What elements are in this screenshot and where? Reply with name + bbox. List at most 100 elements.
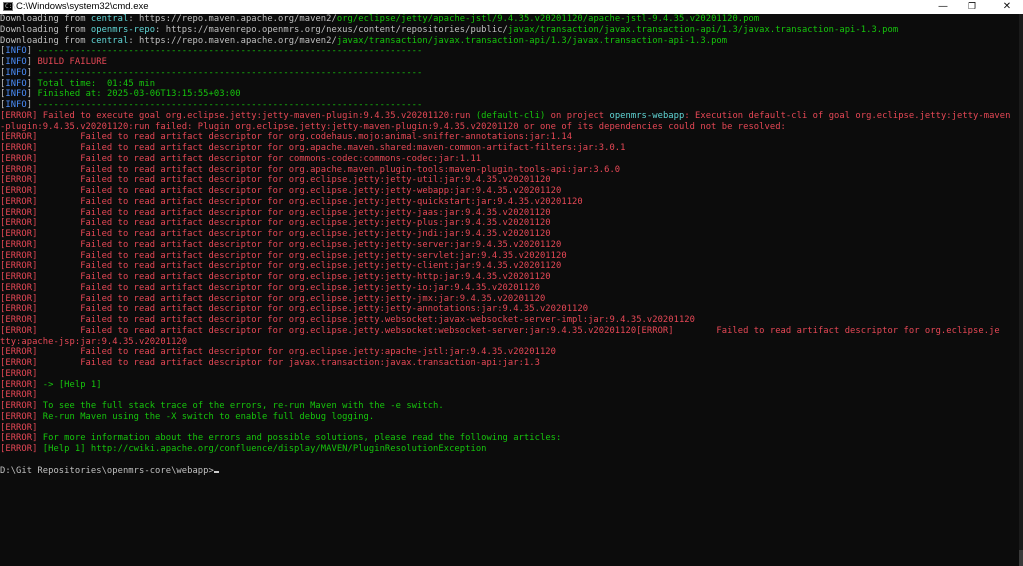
- console-line: [ERROR] Failed to read artifact descript…: [0, 208, 1019, 219]
- console-text: [ERROR] Failed to read artifact descript…: [0, 272, 551, 282]
- console-text: [ERROR] Failed to execute goal org.eclip…: [0, 110, 476, 121]
- console-text: [Help 1] http://cwiki.apache.org/conflue…: [42, 444, 487, 454]
- console-text: Downloading from: [0, 24, 91, 35]
- console-line: [ERROR] To see the full stack trace of t…: [0, 401, 1019, 412]
- console-line: [ERROR] Failed to read artifact descript…: [0, 294, 1019, 305]
- console-text: : Execution default-cli of goal org.ecli…: [684, 110, 1011, 121]
- console-line: [INFO] ---------------------------------…: [0, 46, 1019, 57]
- console-text: Downloading from: [0, 35, 91, 46]
- console-text: [ERROR] Failed to read artifact descript…: [0, 229, 551, 239]
- console-line: Downloading from central: https://repo.m…: [0, 14, 1019, 25]
- console-text: central: [90, 35, 129, 46]
- console-line: [ERROR] Failed to read artifact descript…: [0, 186, 1019, 197]
- console-text: [ERROR] Failed to read artifact descript…: [0, 218, 551, 229]
- console-line: Downloading from openmrs-repo: https://m…: [0, 25, 1019, 36]
- console-text: INFO: [5, 46, 27, 57]
- console-text: INFO: [5, 100, 27, 110]
- console-text: ----------------------------------------…: [37, 100, 423, 110]
- console-output[interactable]: Downloading from central: https://repo.m…: [0, 14, 1019, 566]
- console-line: [ERROR] Failed to read artifact descript…: [0, 132, 1019, 143]
- scrollbar-thumb[interactable]: [1019, 550, 1023, 566]
- console-text: [ERROR] Failed to read artifact descript…: [0, 261, 562, 272]
- console-text: javax/transaction/javax.transaction-api/…: [507, 24, 899, 35]
- console-text: ----------------------------------------…: [37, 46, 423, 57]
- console-text: openmrs-webapp: [609, 110, 685, 121]
- console-text: [ERROR] Failed to read artifact descript…: [0, 347, 557, 358]
- console-text: javax/transaction/javax.transaction-api/…: [336, 35, 728, 46]
- console-text: [ERROR] Failed to read artifact descript…: [0, 153, 482, 164]
- console-line: [ERROR]: [0, 369, 1019, 380]
- console-line: [ERROR] Failed to read artifact descript…: [0, 218, 1019, 229]
- vertical-scrollbar[interactable]: [1019, 14, 1023, 566]
- console-text: [ERROR] Failed to read artifact descript…: [0, 143, 626, 153]
- console-text: -plugin:9.4.35.v20201120:run failed: Plu…: [0, 121, 786, 132]
- console-line: [INFO] Finished at: 2025-03-06T13:15:55+…: [0, 89, 1019, 100]
- console-text: ]: [26, 78, 38, 89]
- console-line: [INFO] ---------------------------------…: [0, 68, 1019, 79]
- console-text: [ERROR] Failed to read artifact descript…: [0, 315, 696, 325]
- console-text: ]: [26, 57, 38, 67]
- console-line: [ERROR] For more information about the e…: [0, 433, 1019, 444]
- console-text: openmrs-repo: [90, 24, 156, 35]
- console-text: on project: [545, 110, 610, 121]
- console-text: [ERROR] Failed to read artifact descript…: [0, 164, 621, 175]
- console-text: [ERROR]: [0, 444, 43, 454]
- console-text: Total time: 01:45 min: [37, 78, 156, 89]
- console-text: [ERROR]: [0, 422, 38, 433]
- console-text: : https://mavenrepo.openmrs.org/nexus/co…: [155, 24, 508, 35]
- text-cursor: [213, 470, 219, 473]
- cmd-icon[interactable]: C:\: [3, 2, 16, 11]
- console-text: [ERROR] Failed to read artifact descript…: [0, 304, 589, 315]
- console-text: To see the full stack trace of the error…: [42, 401, 444, 411]
- console-text: INFO: [5, 78, 27, 89]
- minimize-button[interactable]: —: [929, 0, 957, 14]
- console-text: INFO: [5, 89, 27, 100]
- command-prompt: D:\Git Repositories\openmrs-core\webapp>: [0, 465, 214, 476]
- cmd-window: C:\ C:\Windows\system32\cmd.exe — ❐ ✕ Do…: [0, 0, 1023, 566]
- console-line: [ERROR] Re-run Maven using the -X switch…: [0, 412, 1019, 423]
- console-text: ----------------------------------------…: [37, 67, 423, 78]
- console-line: [ERROR] Failed to read artifact descript…: [0, 304, 1019, 315]
- console-line: [ERROR] Failed to read artifact descript…: [0, 143, 1019, 154]
- console-text: [ERROR] Failed to read artifact descript…: [0, 132, 573, 143]
- console-text: -> [Help 1]: [42, 379, 102, 390]
- console-line: [ERROR] Failed to read artifact descript…: [0, 272, 1019, 283]
- console-line: [ERROR] Failed to read artifact descript…: [0, 358, 1019, 369]
- console-text: [ERROR] Failed to read artifact descript…: [0, 196, 583, 207]
- console-text: ]: [26, 46, 38, 57]
- console-line: [ERROR] Failed to read artifact descript…: [0, 347, 1019, 358]
- console-line: [INFO] ---------------------------------…: [0, 100, 1019, 111]
- console-text: ]: [26, 67, 38, 78]
- console-text: : https://repo.maven.apache.org/maven2/: [128, 14, 337, 24]
- maximize-button[interactable]: ❐: [958, 0, 986, 14]
- console-text: [ERROR]: [0, 433, 43, 444]
- console-text: [ERROR] Failed to read artifact descript…: [0, 175, 551, 186]
- console-text: INFO: [5, 57, 27, 67]
- console-text: [ERROR]: [0, 368, 38, 379]
- title-bar[interactable]: C:\ C:\Windows\system32\cmd.exe — ❐ ✕: [0, 0, 1023, 14]
- console-text: ]: [26, 89, 38, 100]
- console-line: [ERROR] Failed to read artifact descript…: [0, 229, 1019, 240]
- console-line: [ERROR] Failed to read artifact descript…: [0, 240, 1019, 251]
- console-text: [ERROR]: [0, 411, 43, 422]
- console-line: [ERROR] Failed to read artifact descript…: [0, 154, 1019, 165]
- console-line: [ERROR] Failed to read artifact descript…: [0, 326, 1019, 337]
- console-line: [ERROR] Failed to read artifact descript…: [0, 315, 1019, 326]
- console-text: [ERROR]: [0, 401, 43, 411]
- console-text: Downloading from: [0, 14, 91, 24]
- console-line: Downloading from central: https://repo.m…: [0, 36, 1019, 47]
- console-text: [ERROR] Failed to read artifact descript…: [0, 207, 551, 218]
- prompt-line[interactable]: D:\Git Repositories\openmrs-core\webapp>: [0, 466, 1019, 477]
- console-text: : https://repo.maven.apache.org/maven2/: [128, 35, 337, 46]
- console-text: [ERROR] Failed to read artifact descript…: [0, 282, 540, 293]
- close-button[interactable]: ✕: [993, 0, 1021, 14]
- console-text: Finished at: 2025-03-06T13:15:55+03:00: [37, 89, 241, 100]
- console-line: [ERROR] Failed to read artifact descript…: [0, 251, 1019, 262]
- console-text: [ERROR] Failed to read artifact descript…: [0, 293, 546, 304]
- console-text: [ERROR] Failed to read artifact descript…: [0, 325, 1000, 336]
- console-line: [ERROR] Failed to read artifact descript…: [0, 165, 1019, 176]
- console-text: Re-run Maven using the -X switch to enab…: [42, 411, 375, 422]
- console-line: [ERROR] Failed to read artifact descript…: [0, 261, 1019, 272]
- console-line: [INFO] Total time: 01:45 min: [0, 79, 1019, 90]
